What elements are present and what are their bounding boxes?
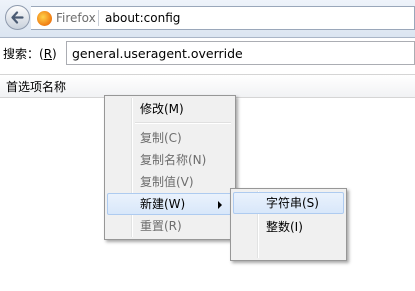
search-label: 搜索：(R)	[3, 47, 57, 61]
menu-item-new[interactable]: 新建(W)	[107, 193, 233, 215]
submenu-item-integer[interactable]: 整数(I)	[233, 216, 344, 238]
firefox-logo-icon	[37, 11, 52, 26]
menu-item-copy-value[interactable]: 复制值(V)	[107, 171, 233, 193]
menu-item-copy[interactable]: 复制(C)	[107, 127, 233, 149]
context-menu: 修改(M) 复制(C) 复制名称(N) 复制值(V) 新建(W) 重置(R)	[104, 95, 236, 240]
url-separator	[98, 10, 99, 26]
back-button[interactable]	[5, 5, 30, 30]
new-submenu: 字符串(S) 整数(I)	[230, 188, 347, 261]
identity-label: Firefox	[56, 11, 96, 25]
menu-item-modify[interactable]: 修改(M)	[107, 98, 233, 120]
menu-separator	[135, 122, 231, 124]
menu-item-copy-name[interactable]: 复制名称(N)	[107, 149, 233, 171]
url-bar[interactable]: Firefox about:config	[31, 6, 415, 30]
back-arrow-icon	[11, 11, 24, 24]
menu-item-reset[interactable]: 重置(R)	[107, 215, 233, 237]
search-input[interactable]	[66, 41, 415, 65]
navigation-bar: Firefox about:config	[0, 0, 415, 38]
submenu-arrow-icon	[218, 201, 222, 209]
column-header-name[interactable]: 首选项名称	[6, 80, 66, 94]
url-text[interactable]: about:config	[105, 11, 180, 26]
search-row: 搜索：(R)	[0, 38, 415, 70]
submenu-item-string[interactable]: 字符串(S)	[233, 192, 344, 214]
menu-item-new-label: 新建(W)	[140, 197, 186, 211]
